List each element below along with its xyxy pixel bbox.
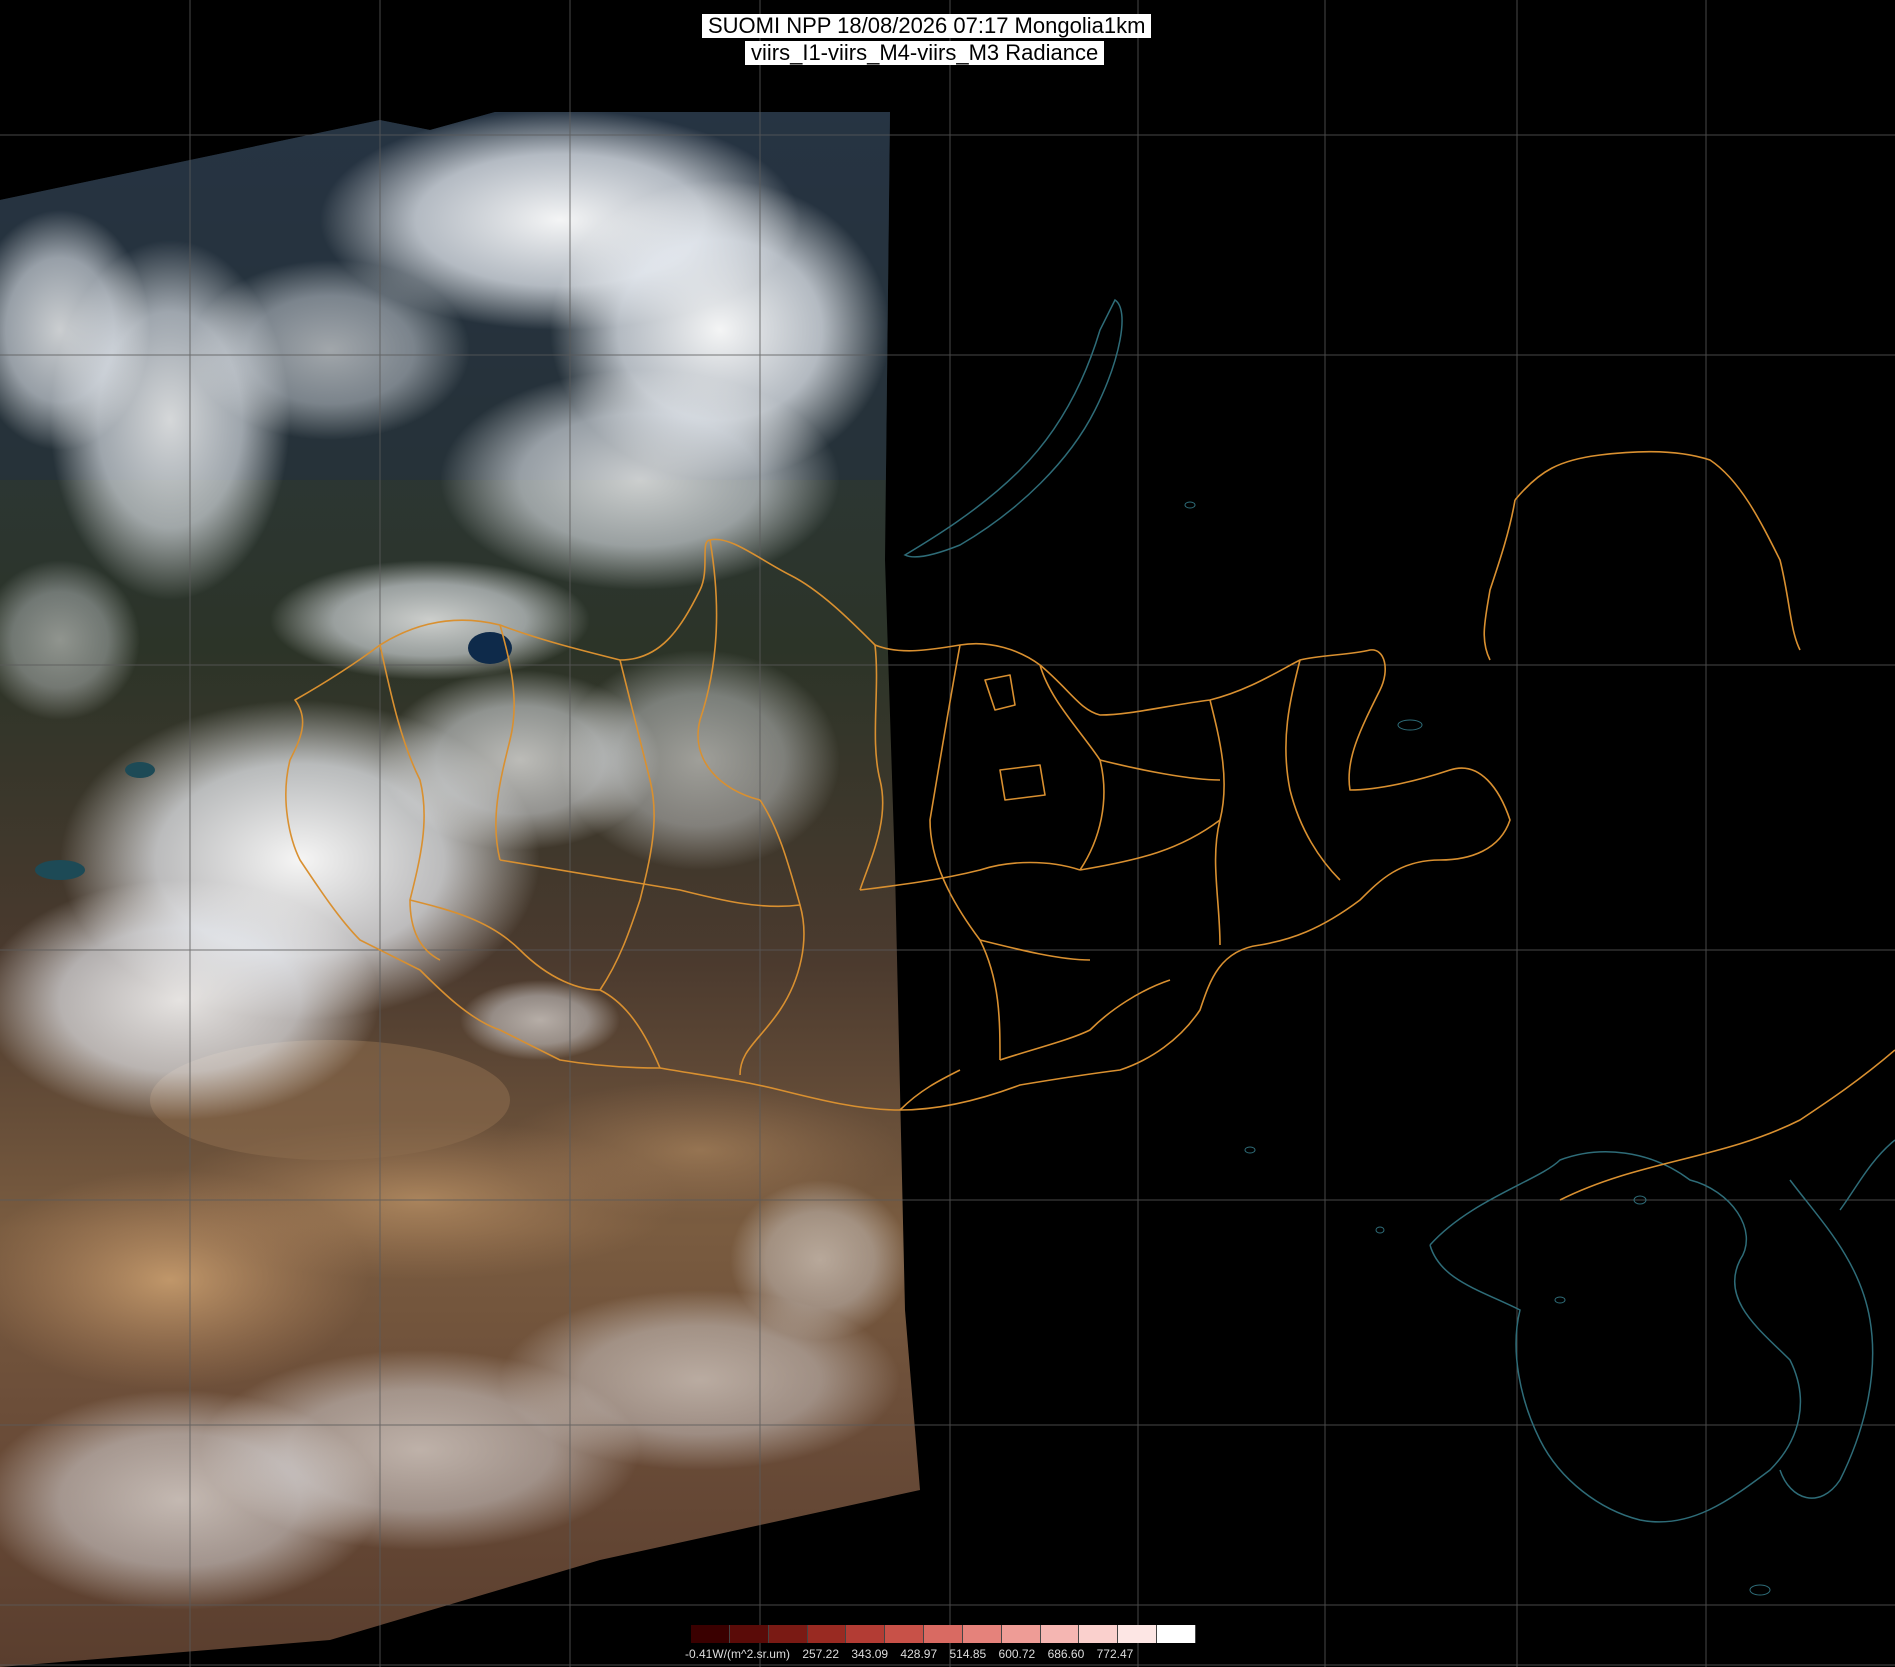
legend-color-swatch <box>691 1625 730 1643</box>
legend-color-swatch <box>1118 1625 1158 1643</box>
legend-tick-label: 686.60 <box>1047 1647 1085 1661</box>
legend-color-swatch <box>846 1625 886 1643</box>
legend-color-swatch <box>1001 1625 1041 1643</box>
legend-tick-label: 428.97 <box>900 1647 938 1661</box>
legend-color-swatch <box>885 1625 925 1643</box>
legend-tick-label: 343.09 <box>851 1647 889 1661</box>
legend-color-swatch <box>1157 1625 1196 1643</box>
legend-tick-label: 600.72 <box>998 1647 1036 1661</box>
legend-color-swatch <box>924 1625 963 1643</box>
legend-color-swatch <box>729 1625 769 1643</box>
legend-tick-label: 514.85 <box>949 1647 987 1661</box>
legend-color-bar <box>691 1625 1196 1643</box>
color-legend: -0.41W/(m^2.sr.um) 257.22 343.09 428.97 … <box>685 1625 1205 1667</box>
legend-color-swatch <box>962 1625 1002 1643</box>
map-subtitle: viirs_I1-viirs_M4-viirs_M3 Radiance <box>745 41 1105 65</box>
legend-tick-label: 257.22 <box>802 1647 840 1661</box>
legend-color-swatch <box>1040 1625 1080 1643</box>
map-title: SUOMI NPP 18/08/2026 07:17 Mongolia1km <box>702 14 1152 38</box>
legend-unit-label: -0.41W/(m^2.sr.um) <box>685 1647 790 1661</box>
legend-labels: -0.41W/(m^2.sr.um) 257.22 343.09 428.97 … <box>685 1647 1142 1661</box>
legend-tick-label: 772.47 <box>1096 1647 1134 1661</box>
satellite-map[interactable] <box>0 0 1895 1667</box>
legend-color-swatch <box>768 1625 808 1643</box>
satellite-swath <box>0 112 920 1667</box>
legend-color-swatch <box>807 1625 847 1643</box>
legend-color-swatch <box>1079 1625 1119 1643</box>
